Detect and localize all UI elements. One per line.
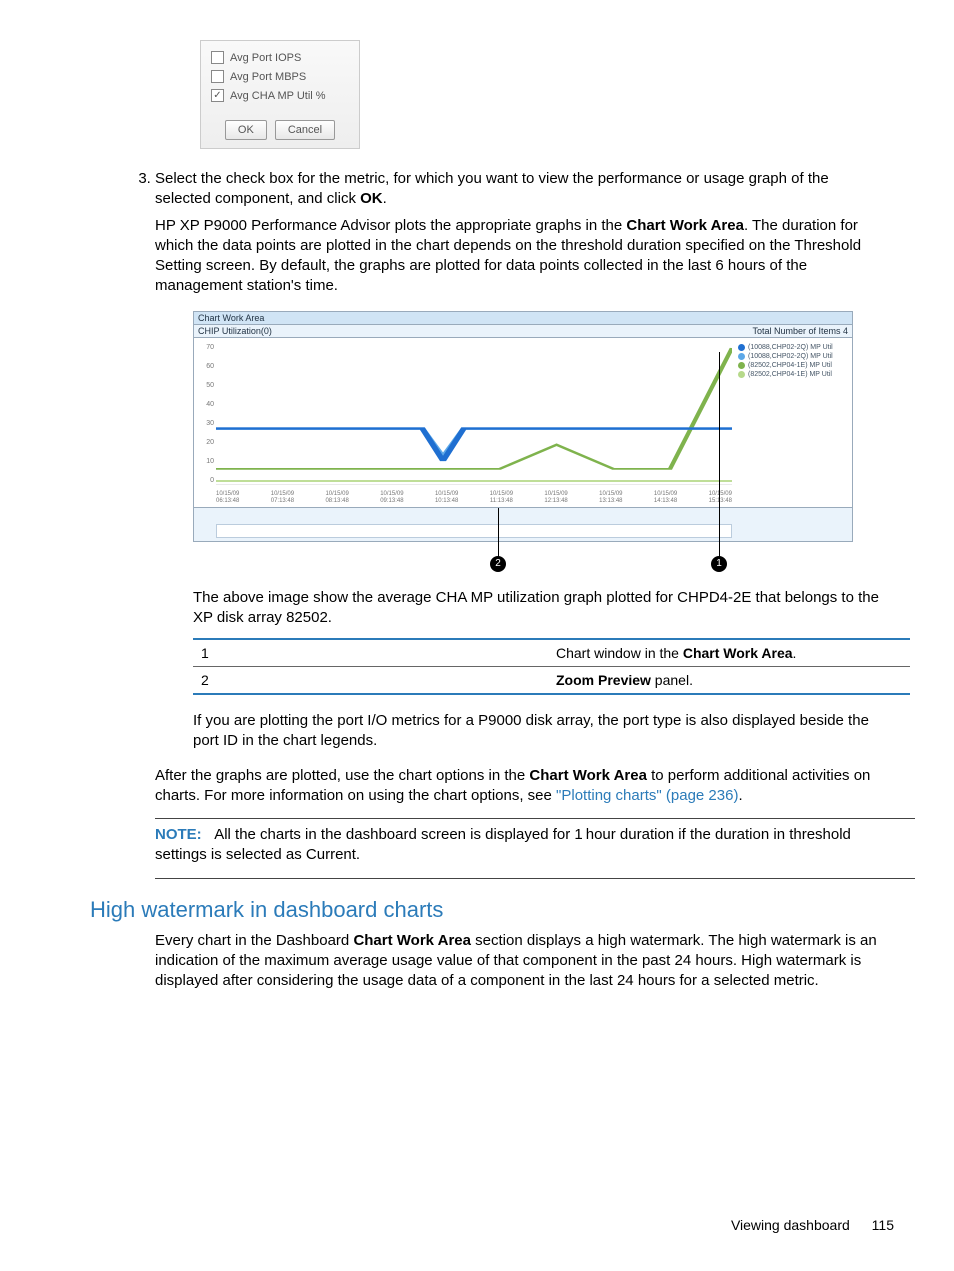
checkbox-checked-icon[interactable]: ✓ bbox=[211, 89, 224, 102]
zoom-preview-panel[interactable] bbox=[193, 508, 853, 542]
callout-table: 1 Chart window in the Chart Work Area. 2… bbox=[193, 638, 910, 695]
table-cell: 2 bbox=[193, 667, 548, 695]
step-text: Select the check box for the metric, for… bbox=[155, 170, 829, 207]
bold-text: Chart Work Area bbox=[626, 217, 744, 234]
divider bbox=[155, 818, 915, 819]
zoom-track[interactable] bbox=[216, 524, 732, 538]
section-heading: High watermark in dashboard charts bbox=[90, 897, 894, 923]
step-text: . bbox=[383, 190, 387, 207]
paragraph: After the graphs are plotted, use the ch… bbox=[155, 766, 884, 807]
callout-badge: 2 bbox=[490, 556, 506, 572]
divider bbox=[155, 878, 915, 879]
callout-layer: 1 2 bbox=[193, 542, 853, 570]
table-cell: Chart window in the Chart Work Area. bbox=[548, 639, 910, 667]
chart-work-area: Chart Work Area CHIP Utilization(0) Tota… bbox=[193, 311, 853, 542]
note-label: NOTE: bbox=[155, 826, 202, 843]
bold-text: OK bbox=[360, 190, 383, 207]
footer-text: Viewing dashboard bbox=[731, 1217, 850, 1233]
callout-stem bbox=[498, 508, 499, 558]
ok-button[interactable]: OK bbox=[225, 120, 267, 140]
metric-option[interactable]: ✓ Avg CHA MP Util % bbox=[211, 89, 349, 102]
legend-item: (82502,CHP04-1E) MP Util bbox=[738, 362, 848, 369]
table-cell: Zoom Preview panel. bbox=[548, 667, 910, 695]
table-cell: 1 bbox=[193, 639, 548, 667]
metric-option[interactable]: Avg Port IOPS bbox=[211, 51, 349, 64]
document-page: Avg Port IOPS Avg Port MBPS ✓ Avg CHA MP… bbox=[0, 0, 954, 1271]
metric-label: Avg CHA MP Util % bbox=[230, 90, 326, 102]
chart-plot bbox=[216, 344, 732, 485]
legend-item: (10088,CHP02-2Q) MP Util bbox=[738, 353, 848, 360]
checkbox-icon[interactable] bbox=[211, 51, 224, 64]
step-list: Select the check box for the metric, for… bbox=[155, 169, 894, 297]
table-row: 1 Chart window in the Chart Work Area. bbox=[193, 639, 910, 667]
legend-swatch-icon bbox=[738, 371, 745, 378]
metric-dialog: Avg Port IOPS Avg Port MBPS ✓ Avg CHA MP… bbox=[200, 40, 360, 149]
chart-legend: (10088,CHP02-2Q) MP Util (10088,CHP02-2Q… bbox=[738, 344, 848, 380]
chart-body: 70 60 50 40 30 20 10 0 bbox=[193, 338, 853, 508]
page-number: 115 bbox=[872, 1217, 894, 1233]
chart-header-left: CHIP Utilization(0) bbox=[198, 326, 272, 336]
page-footer: Viewing dashboard 115 bbox=[731, 1217, 894, 1233]
x-axis: 10/15/0906:13:48 10/15/0907:13:48 10/15/… bbox=[216, 491, 732, 504]
step-item: Select the check box for the metric, for… bbox=[155, 169, 894, 297]
y-axis: 70 60 50 40 30 20 10 0 bbox=[198, 344, 214, 485]
cancel-button[interactable]: Cancel bbox=[275, 120, 335, 140]
chart-header-right: Total Number of Items 4 bbox=[752, 326, 848, 336]
legend-item: (10088,CHP02-2Q) MP Util bbox=[738, 344, 848, 351]
paragraph: HP XP P9000 Performance Advisor plots th… bbox=[155, 216, 884, 297]
note: NOTE: All the charts in the dashboard sc… bbox=[155, 825, 884, 866]
checkbox-icon[interactable] bbox=[211, 70, 224, 83]
chart-header: CHIP Utilization(0) Total Number of Item… bbox=[193, 325, 853, 338]
paragraph: Every chart in the Dashboard Chart Work … bbox=[155, 931, 884, 992]
metric-label: Avg Port MBPS bbox=[230, 71, 306, 83]
metric-option[interactable]: Avg Port MBPS bbox=[211, 70, 349, 83]
legend-swatch-icon bbox=[738, 344, 745, 351]
callout-badge: 1 bbox=[711, 556, 727, 572]
table-row: 2 Zoom Preview panel. bbox=[193, 667, 910, 695]
metric-label: Avg Port IOPS bbox=[230, 52, 301, 64]
chart-titlebar: Chart Work Area bbox=[193, 311, 853, 325]
legend-swatch-icon bbox=[738, 353, 745, 360]
paragraph: If you are plotting the port I/O metrics… bbox=[193, 711, 884, 752]
cross-reference-link[interactable]: "Plotting charts" (page 236) bbox=[556, 787, 738, 804]
line-chart-svg bbox=[216, 344, 732, 485]
legend-swatch-icon bbox=[738, 362, 745, 369]
callout-stem bbox=[719, 352, 720, 558]
legend-item: (82502,CHP04-1E) MP Util bbox=[738, 371, 848, 378]
caption: The above image show the average CHA MP … bbox=[193, 588, 884, 629]
